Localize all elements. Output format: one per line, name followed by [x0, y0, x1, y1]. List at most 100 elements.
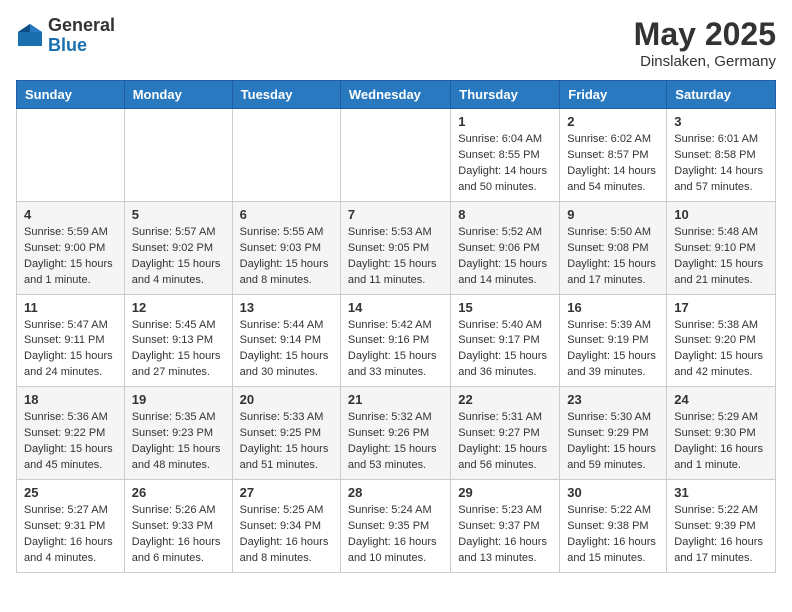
table-row	[17, 109, 125, 202]
table-row: 8 Sunrise: 5:52 AMSunset: 9:06 PMDaylight…	[451, 201, 560, 294]
logo: General Blue	[16, 16, 115, 56]
day-number: 10	[674, 207, 768, 222]
day-number: 16	[567, 300, 659, 315]
table-row: 27 Sunrise: 5:25 AMSunset: 9:34 PMDayligh…	[232, 480, 340, 573]
day-number: 13	[240, 300, 333, 315]
day-number: 28	[348, 485, 443, 500]
day-info: Sunrise: 5:50 AMSunset: 9:08 PMDaylight:…	[567, 225, 659, 289]
day-number: 7	[348, 207, 443, 222]
day-number: 8	[458, 207, 552, 222]
day-info: Sunrise: 6:02 AMSunset: 8:57 PMDaylight:…	[567, 132, 659, 196]
day-number: 18	[24, 392, 117, 407]
table-row: 22Sunrise: 5:31 AMSunset: 9:27 PMDayligh…	[451, 387, 560, 480]
day-number: 5	[132, 207, 225, 222]
table-row: 20 Sunrise: 5:33 AMSunset: 9:25 PMDayligh…	[232, 387, 340, 480]
day-number: 31	[674, 485, 768, 500]
day-info: Sunrise: 5:53 AMSunset: 9:05 PMDaylight:…	[348, 225, 443, 289]
logo-icon	[16, 22, 44, 50]
day-number: 1	[458, 114, 552, 129]
day-number: 2	[567, 114, 659, 129]
day-info: Sunrise: 5:35 AMSunset: 9:23 PMDaylight:…	[132, 410, 225, 474]
day-number: 9	[567, 207, 659, 222]
day-number: 25	[24, 485, 117, 500]
table-row: 19 Sunrise: 5:35 AMSunset: 9:23 PMDayligh…	[124, 387, 232, 480]
logo-blue: Blue	[48, 36, 115, 56]
day-info: Sunrise: 5:57 AMSunset: 9:02 PMDaylight:…	[132, 225, 225, 289]
col-friday: Friday	[560, 81, 667, 109]
day-number: 20	[240, 392, 333, 407]
table-row: 14 Sunrise: 5:42 AMSunset: 9:16 PMDayligh…	[340, 294, 450, 387]
col-wednesday: Wednesday	[340, 81, 450, 109]
calendar-week-row: 4 Sunrise: 5:59 AMSunset: 9:00 PMDaylight…	[17, 201, 776, 294]
calendar-header-row: Sunday Monday Tuesday Wednesday Thursday…	[17, 81, 776, 109]
table-row: 29Sunrise: 5:23 AMSunset: 9:37 PMDayligh…	[451, 480, 560, 573]
day-info: Sunrise: 5:29 AMSunset: 9:30 PMDaylight:…	[674, 410, 768, 474]
day-info: Sunrise: 5:33 AMSunset: 9:25 PMDaylight:…	[240, 410, 333, 474]
table-row: 13 Sunrise: 5:44 AMSunset: 9:14 PMDayligh…	[232, 294, 340, 387]
table-row: 31 Sunrise: 5:22 AMSunset: 9:39 PMDayligh…	[667, 480, 776, 573]
day-info: Sunrise: 5:45 AMSunset: 9:13 PMDaylight:…	[132, 318, 225, 382]
page-header: General Blue May 2025 Dinslaken, Germany	[16, 16, 776, 70]
day-info: Sunrise: 5:48 AMSunset: 9:10 PMDaylight:…	[674, 225, 768, 289]
table-row: 25 Sunrise: 5:27 AMSunset: 9:31 PMDayligh…	[17, 480, 125, 573]
table-row: 5 Sunrise: 5:57 AMSunset: 9:02 PMDaylight…	[124, 201, 232, 294]
table-row: 23 Sunrise: 5:30 AMSunset: 9:29 PMDayligh…	[560, 387, 667, 480]
table-row: 9 Sunrise: 5:50 AMSunset: 9:08 PMDaylight…	[560, 201, 667, 294]
table-row	[232, 109, 340, 202]
day-info: Sunrise: 5:36 AMSunset: 9:22 PMDaylight:…	[24, 410, 117, 474]
day-number: 11	[24, 300, 117, 315]
table-row: 2 Sunrise: 6:02 AMSunset: 8:57 PMDaylight…	[560, 109, 667, 202]
day-number: 19	[132, 392, 225, 407]
table-row: 21Sunrise: 5:32 AMSunset: 9:26 PMDayligh…	[340, 387, 450, 480]
day-info: Sunrise: 5:42 AMSunset: 9:16 PMDaylight:…	[348, 318, 443, 382]
logo-general: General	[48, 16, 115, 36]
day-info: Sunrise: 5:47 AMSunset: 9:11 PMDaylight:…	[24, 318, 117, 382]
day-number: 17	[674, 300, 768, 315]
location-title: Dinslaken, Germany	[634, 53, 776, 70]
day-info: Sunrise: 5:24 AMSunset: 9:35 PMDaylight:…	[348, 503, 443, 567]
day-number: 30	[567, 485, 659, 500]
calendar-table: Sunday Monday Tuesday Wednesday Thursday…	[16, 80, 776, 573]
day-number: 12	[132, 300, 225, 315]
day-info: Sunrise: 5:39 AMSunset: 9:19 PMDaylight:…	[567, 318, 659, 382]
day-info: Sunrise: 5:22 AMSunset: 9:39 PMDaylight:…	[674, 503, 768, 567]
table-row: 3Sunrise: 6:01 AMSunset: 8:58 PMDaylight…	[667, 109, 776, 202]
day-number: 15	[458, 300, 552, 315]
day-number: 29	[458, 485, 552, 500]
table-row: 6 Sunrise: 5:55 AMSunset: 9:03 PMDaylight…	[232, 201, 340, 294]
day-number: 21	[348, 392, 443, 407]
day-number: 23	[567, 392, 659, 407]
day-info: Sunrise: 5:44 AMSunset: 9:14 PMDaylight:…	[240, 318, 333, 382]
table-row	[340, 109, 450, 202]
day-number: 14	[348, 300, 443, 315]
col-thursday: Thursday	[451, 81, 560, 109]
day-info: Sunrise: 5:25 AMSunset: 9:34 PMDaylight:…	[240, 503, 333, 567]
table-row: 11 Sunrise: 5:47 AMSunset: 9:11 PMDayligh…	[17, 294, 125, 387]
day-number: 4	[24, 207, 117, 222]
day-info: Sunrise: 6:01 AMSunset: 8:58 PMDaylight:…	[674, 132, 768, 196]
calendar-week-row: 18 Sunrise: 5:36 AMSunset: 9:22 PMDayligh…	[17, 387, 776, 480]
title-block: May 2025 Dinslaken, Germany	[634, 16, 776, 70]
day-info: Sunrise: 5:30 AMSunset: 9:29 PMDaylight:…	[567, 410, 659, 474]
table-row: 10 Sunrise: 5:48 AMSunset: 9:10 PMDayligh…	[667, 201, 776, 294]
day-number: 24	[674, 392, 768, 407]
table-row: 18 Sunrise: 5:36 AMSunset: 9:22 PMDayligh…	[17, 387, 125, 480]
table-row: 4 Sunrise: 5:59 AMSunset: 9:00 PMDaylight…	[17, 201, 125, 294]
table-row: 17Sunrise: 5:38 AMSunset: 9:20 PMDayligh…	[667, 294, 776, 387]
day-info: Sunrise: 5:40 AMSunset: 9:17 PMDaylight:…	[458, 318, 552, 382]
day-info: Sunrise: 5:52 AMSunset: 9:06 PMDaylight:…	[458, 225, 552, 289]
day-info: Sunrise: 5:59 AMSunset: 9:00 PMDaylight:…	[24, 225, 117, 289]
table-row: 15 Sunrise: 5:40 AMSunset: 9:17 PMDayligh…	[451, 294, 560, 387]
table-row: 16 Sunrise: 5:39 AMSunset: 9:19 PMDayligh…	[560, 294, 667, 387]
calendar-week-row: 11 Sunrise: 5:47 AMSunset: 9:11 PMDayligh…	[17, 294, 776, 387]
col-saturday: Saturday	[667, 81, 776, 109]
day-info: Sunrise: 5:55 AMSunset: 9:03 PMDaylight:…	[240, 225, 333, 289]
day-number: 22	[458, 392, 552, 407]
table-row: 12 Sunrise: 5:45 AMSunset: 9:13 PMDayligh…	[124, 294, 232, 387]
calendar-week-row: 1Sunrise: 6:04 AMSunset: 8:55 PMDaylight…	[17, 109, 776, 202]
table-row: 24 Sunrise: 5:29 AMSunset: 9:30 PMDayligh…	[667, 387, 776, 480]
day-info: Sunrise: 5:27 AMSunset: 9:31 PMDaylight:…	[24, 503, 117, 567]
day-number: 27	[240, 485, 333, 500]
day-number: 6	[240, 207, 333, 222]
table-row: 30Sunrise: 5:22 AMSunset: 9:38 PMDayligh…	[560, 480, 667, 573]
